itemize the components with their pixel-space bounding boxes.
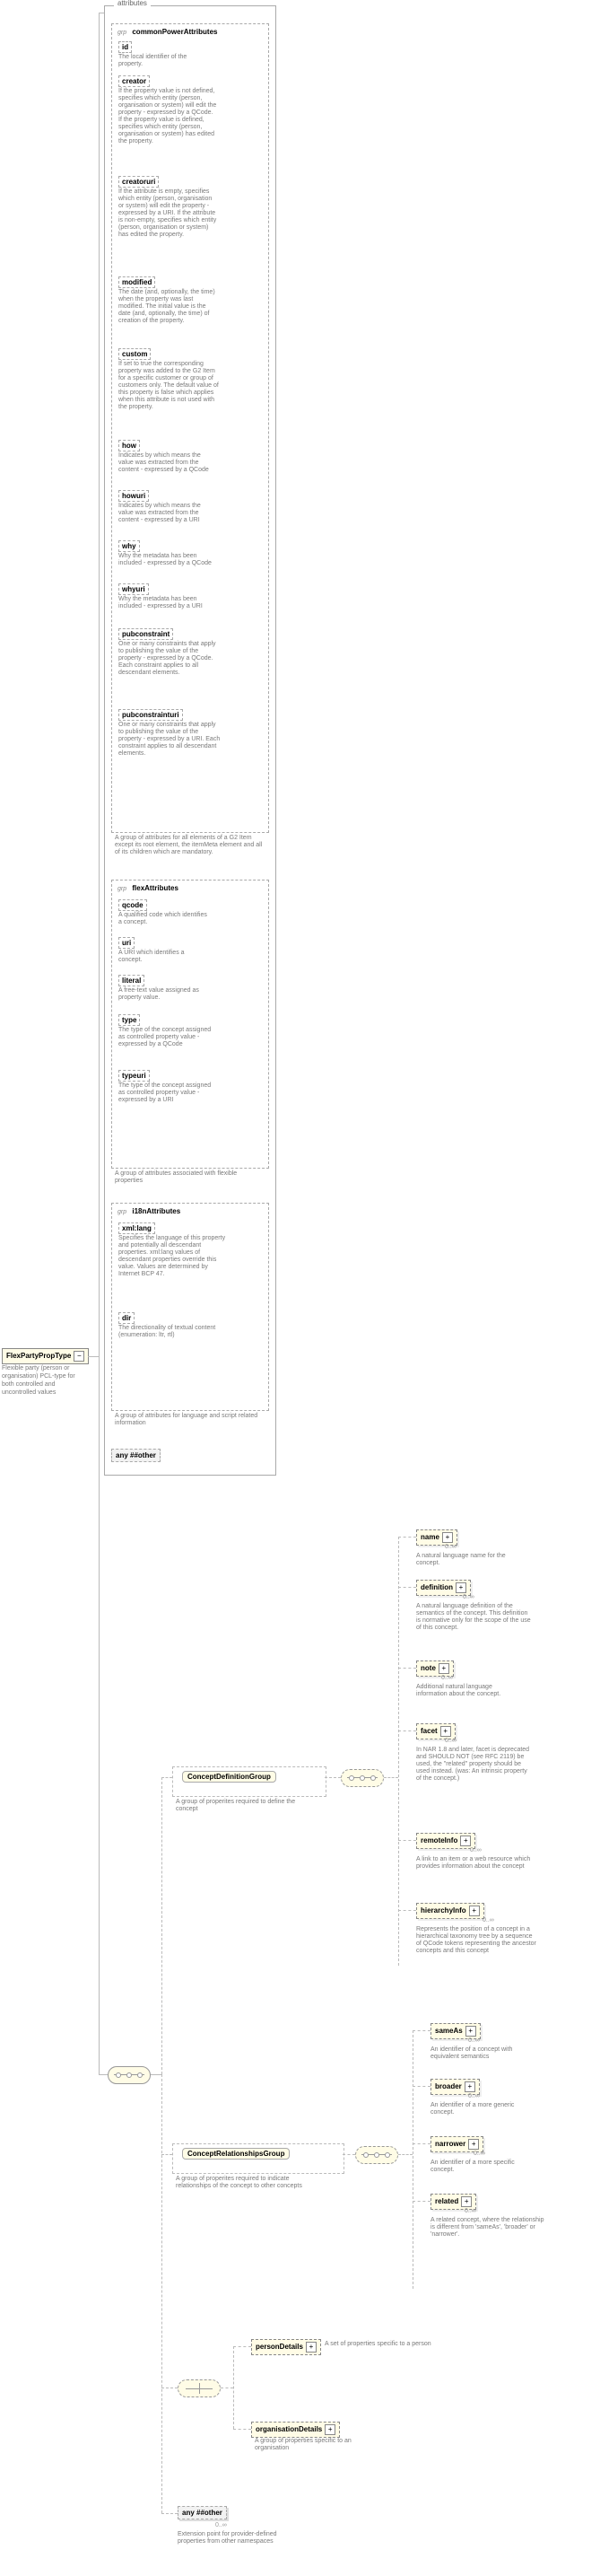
elem-broader-desc: An identifier of a more generic concept. [430,2102,529,2116]
attr-dir: dir [118,1312,135,1324]
attr-typeuri: typeuri [118,1070,150,1082]
attr-creator-desc: If the property value is not defined, sp… [118,88,217,145]
attr-dir-desc: The directionality of textual content (e… [118,1325,226,1339]
attr-qcode: qcode [118,899,147,911]
sequence-crg [355,2146,398,2164]
root-type: FlexPartyPropType− [2,1348,89,1364]
attr-id-desc: The local identifier of the property. [118,54,208,68]
elem-orgdetails-desc: A group of properties specific to an org… [255,2438,380,2452]
attr-xmllang-desc: Specifies the language of this property … [118,1235,226,1278]
collapse-icon[interactable]: − [74,1351,84,1362]
elem-definition-desc: A natural language definition of the sem… [416,1603,533,1632]
group-i18n-label: i18nAttributes [132,1207,180,1215]
attr-howuri: howuri [118,490,149,502]
attr-why: why [118,540,140,552]
attr-creator: creator [118,75,150,87]
elem-narrower-desc: An identifier of a more specific concept… [430,2160,529,2174]
group-crg: ConceptRelationshipsGroup [172,2143,344,2174]
attr-whyuri-desc: Why the metadata has been included - exp… [118,596,217,610]
card: 0..∞ [445,1544,457,1550]
elem-related-desc: A related concept, where the relationshi… [430,2217,547,2239]
group-cdg: ConceptDefinitionGroup [172,1766,326,1797]
any-element-desc: Extension point for provider-defined pro… [178,2531,303,2545]
expand-icon[interactable]: + [442,1532,453,1543]
attr-creatoruri-desc: If the attribute is empty, specifies whi… [118,188,217,239]
attr-custom-desc: If set to true the corresponding propert… [118,361,222,411]
attr-pubconstraint: pubconstraint [118,628,173,640]
attr-pubconstrainturi: pubconstrainturi [118,709,183,721]
root-desc: Flexible party (person or organisation) … [2,1364,83,1397]
any-attribute: any ##other [111,1449,161,1462]
group-flex-label: flexAttributes [132,884,178,892]
attr-custom: custom [118,348,151,360]
group-crg-label: ConceptRelationshipsGroup [182,2148,290,2160]
elem-remoteinfo-desc: A link to an item or a web resource whic… [416,1856,533,1871]
elem-name-desc: A natural language name for the concept. [416,1553,524,1567]
attr-literal-desc: A free-text value assigned as property v… [118,987,217,1002]
elem-persondetails: personDetails+ [251,2339,321,2355]
grp-tag: grp [117,30,126,36]
attr-why-desc: Why the metadata has been included - exp… [118,553,217,567]
group-cdg-label: ConceptDefinitionGroup [182,1771,276,1783]
attr-xmllang: xml:lang [118,1222,155,1234]
elem-orgdetails: organisationDetails+ [251,2422,340,2438]
attr-whyuri: whyuri [118,583,149,595]
sequence-cdg [341,1769,384,1787]
attr-howuri-desc: Indicates by which means the value was e… [118,503,217,524]
elem-remoteinfo: remoteInfo+ [416,1833,475,1849]
attributes-panel-title: attributes [114,0,151,7]
attr-pubconstraint-desc: One or many constraints that apply to pu… [118,641,222,677]
attr-typeuri-desc: The type of the concept assigned as cont… [118,1082,217,1104]
group-cdg-desc: A group of properites required to define… [176,1799,310,1813]
attr-how: how [118,440,140,451]
attr-creatoruri: creatoruri [118,176,159,188]
group-common-label: commonPowerAttributes [132,28,217,36]
group-flex-desc: A group of attributes associated with fl… [115,1170,258,1185]
elem-hierarchyinfo-desc: Represents the position of a concept in … [416,1926,537,1955]
group-i18n-desc: A group of attributes for language and s… [115,1413,258,1427]
group-common-desc: A group of attributes for all elements o… [115,835,263,856]
any-element: any ##other [178,2506,227,2519]
group-crg-desc: A group of properites required to indica… [176,2176,319,2190]
elem-persondetails-desc: A set of properties specific to a person [325,2341,432,2348]
attr-modified: modified [118,276,155,288]
elem-facet-desc: In NAR 1.8 and later, facet is deprecate… [416,1747,533,1783]
elem-hierarchyinfo: hierarchyInfo+ [416,1903,484,1919]
root-label: FlexPartyPropType [6,1352,71,1360]
elem-note-desc: Additional natural language information … [416,1684,524,1698]
attr-qcode-desc: A qualified code which identifies a conc… [118,912,208,926]
attr-modified-desc: The date (and, optionally, the time) whe… [118,289,217,325]
attr-type: type [118,1014,140,1026]
attr-pubconstrainturi-desc: One or many constraints that apply to pu… [118,722,222,758]
attr-uri-desc: A URI which identifies a concept. [118,950,208,964]
elem-sameas-desc: An identifier of a concept with equivale… [430,2046,538,2061]
attr-id: id [118,41,132,53]
sequence-root [108,2066,151,2084]
attr-uri: uri [118,937,135,949]
attr-literal: literal [118,975,144,986]
attr-type-desc: The type of the concept assigned as cont… [118,1027,217,1048]
choice-details [178,2379,221,2397]
attr-how-desc: Indicates by which means the value was e… [118,452,217,474]
